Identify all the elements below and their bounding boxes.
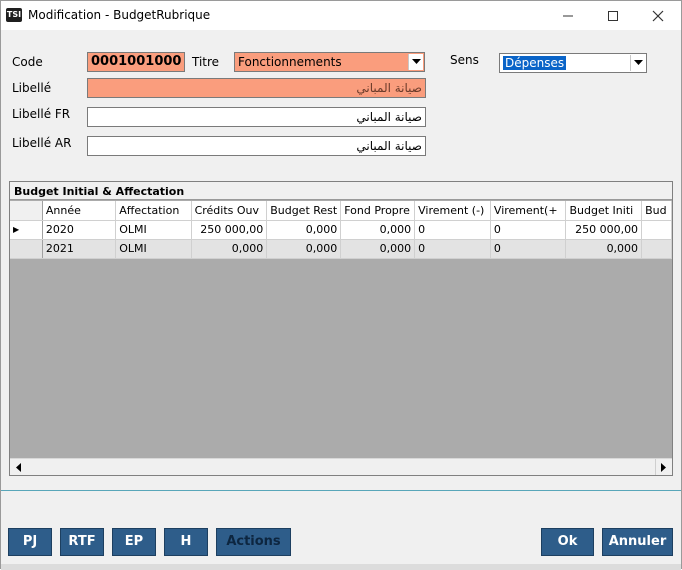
sens-dropdown-button[interactable] <box>630 55 645 71</box>
cell-bud[interactable] <box>641 239 672 259</box>
cell-credits-ouv[interactable]: 0,000 <box>191 239 268 259</box>
bottom-strip <box>1 564 681 570</box>
libelle-field[interactable]: صيانة المباني <box>87 78 426 98</box>
libelle-ar-field[interactable]: صيانة المباني <box>87 136 426 156</box>
row-header <box>10 239 43 259</box>
budget-grid[interactable]: Année Affectation Crédits Ouv Budget Res… <box>10 201 672 459</box>
chevron-down-icon <box>634 60 643 65</box>
cell-virement-minus[interactable]: 0 <box>414 220 491 240</box>
window-title: Modification - BudgetRubrique <box>28 8 211 22</box>
maximize-icon <box>608 11 618 21</box>
annuler-button[interactable]: Annuler <box>602 528 673 556</box>
close-button[interactable] <box>635 1 681 31</box>
maximize-button[interactable] <box>590 1 636 31</box>
cell-affectation[interactable]: OLMI <box>115 220 192 240</box>
cell-fond-propre[interactable]: 0,000 <box>340 220 416 240</box>
cell-annee[interactable]: 2020 <box>42 220 117 240</box>
cell-budget-rest[interactable]: 0,000 <box>266 220 342 240</box>
modification-window: TSI Modification - BudgetRubrique Code 0… <box>0 0 682 570</box>
table-row[interactable]: ▶ 2020 OLMI 250 000,00 0,000 0,000 0 0 2… <box>10 220 672 240</box>
sens-combobox[interactable]: Dépenses <box>499 53 647 73</box>
pj-button[interactable]: PJ <box>8 528 52 556</box>
budget-table: Année Affectation Crédits Ouv Budget Res… <box>10 201 672 259</box>
col-header-virement-plus[interactable]: Virement(+ <box>490 201 567 221</box>
col-header-budget-initial[interactable]: Budget Initi <box>565 201 643 221</box>
table-row[interactable]: 2021 OLMI 0,000 0,000 0,000 0 0 0,000 <box>10 239 672 259</box>
libelle-ar-label: Libellé AR <box>12 136 72 150</box>
minimize-button[interactable] <box>545 1 591 31</box>
libelle-fr-label: Libellé FR <box>12 107 71 121</box>
minimize-icon <box>563 15 573 17</box>
sens-label: Sens <box>450 53 479 67</box>
scroll-right-button[interactable] <box>655 459 672 475</box>
titre-label: Titre <box>192 55 220 69</box>
scroll-left-button[interactable] <box>10 459 27 475</box>
grid-caption: Budget Initial & Affectation <box>10 182 672 200</box>
titre-combobox[interactable]: Fonctionnements <box>234 52 425 72</box>
actions-button[interactable]: Actions <box>216 528 291 556</box>
col-header-virement-minus[interactable]: Virement (-) <box>414 201 491 221</box>
divider <box>1 490 681 491</box>
col-header-annee[interactable]: Année <box>42 201 117 221</box>
col-header-bud[interactable]: Bud <box>641 201 672 221</box>
col-header-credits-ouv[interactable]: Crédits Ouv <box>191 201 268 221</box>
cell-annee[interactable]: 2021 <box>42 239 117 259</box>
titre-dropdown-button[interactable] <box>408 54 423 70</box>
cell-virement-plus[interactable]: 0 <box>490 220 567 240</box>
cell-fond-propre[interactable]: 0,000 <box>340 239 416 259</box>
cell-credits-ouv[interactable]: 250 000,00 <box>191 220 268 240</box>
cell-budget-initial[interactable]: 250 000,00 <box>565 220 643 240</box>
chevron-right-icon <box>661 463 666 472</box>
libelle-label: Libellé <box>12 81 52 95</box>
ok-button[interactable]: Ok <box>541 528 594 556</box>
code-label: Code <box>12 55 43 69</box>
sens-value: Dépenses <box>503 56 567 70</box>
code-field[interactable]: 0001001000 <box>87 52 185 72</box>
horizontal-scrollbar[interactable] <box>10 458 672 475</box>
cell-virement-plus[interactable]: 0 <box>490 239 567 259</box>
cell-budget-initial[interactable]: 0,000 <box>565 239 643 259</box>
app-icon: TSI <box>6 8 22 22</box>
libelle-fr-field[interactable]: صيانة المباني <box>87 107 426 127</box>
cell-affectation[interactable]: OLMI <box>115 239 192 259</box>
grid-header-row: Année Affectation Crédits Ouv Budget Res… <box>10 201 672 221</box>
chevron-down-icon <box>412 59 421 64</box>
cell-virement-minus[interactable]: 0 <box>414 239 491 259</box>
col-header-affectation[interactable]: Affectation <box>115 201 192 221</box>
cell-budget-rest[interactable]: 0,000 <box>266 239 342 259</box>
chevron-left-icon <box>16 463 21 472</box>
h-button[interactable]: H <box>164 528 208 556</box>
row-header-corner <box>10 201 43 221</box>
rtf-button[interactable]: RTF <box>60 528 104 556</box>
current-row-indicator-icon: ▶ <box>10 220 43 240</box>
title-bar: TSI Modification - BudgetRubrique <box>1 1 681 31</box>
ep-button[interactable]: EP <box>112 528 156 556</box>
close-icon <box>652 10 664 22</box>
titre-value: Fonctionnements <box>238 55 342 69</box>
cell-bud[interactable] <box>641 220 672 240</box>
col-header-fond-propre[interactable]: Fond Propre <box>340 201 416 221</box>
budget-grid-panel: Budget Initial & Affectation Année Affec… <box>9 181 673 476</box>
col-header-budget-rest[interactable]: Budget Rest <box>266 201 342 221</box>
